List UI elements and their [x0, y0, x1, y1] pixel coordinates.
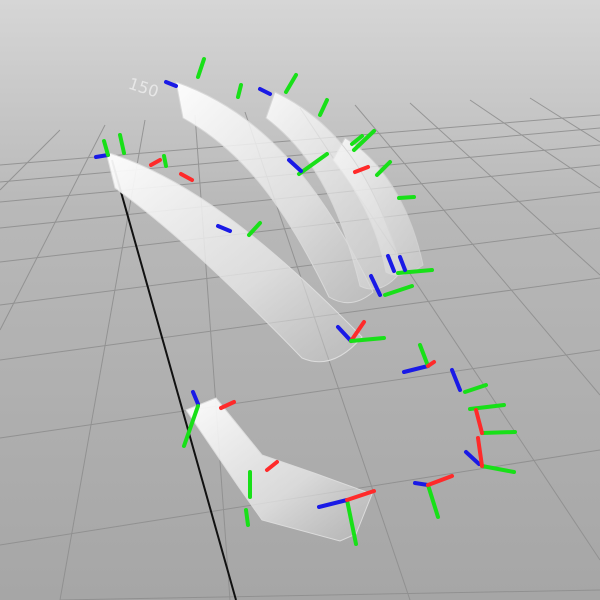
3d-viewport[interactable]: 150	[0, 0, 600, 600]
scene-canvas[interactable]: 150	[0, 0, 600, 600]
